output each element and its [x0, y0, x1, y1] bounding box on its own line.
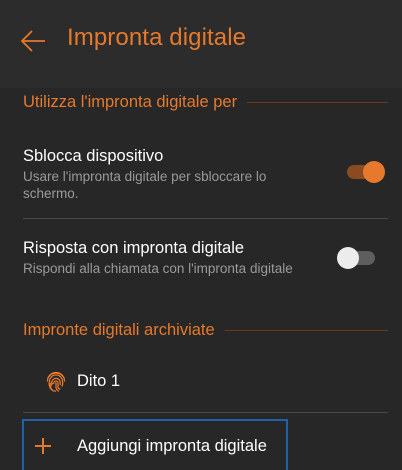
- setting-answer-call[interactable]: Risposta con impronta digitale Rispondi …: [23, 237, 313, 277]
- page-title: Impronta digitale: [67, 24, 247, 51]
- divider: [23, 412, 388, 413]
- section-divider: [224, 329, 388, 331]
- section-header-stored-fingerprints: Impronte digitali archiviate: [23, 318, 388, 342]
- section-divider: [247, 101, 388, 103]
- toggle-thumb: [337, 247, 359, 269]
- unlock-device-toggle[interactable]: [345, 160, 385, 184]
- divider: [23, 218, 388, 219]
- setting-summary: Usare l'impronta digitale per sbloccare …: [23, 169, 267, 201]
- add-fingerprint-label: Aggiungi impronta digitale: [77, 437, 267, 455]
- setting-summary: Rispondi alla chiamata con l'impronta di…: [23, 261, 293, 276]
- section-header-label: Impronte digitali archiviate: [23, 320, 215, 339]
- toggle-thumb: [363, 161, 385, 183]
- answer-call-toggle[interactable]: [337, 246, 377, 270]
- plus-icon: [35, 438, 51, 454]
- section-header-label: Utilizza l'impronta digitale per: [23, 92, 238, 111]
- setting-unlock-device[interactable]: Sblocca dispositivo Usare l'impronta dig…: [23, 145, 313, 202]
- fingerprint-item-label: Dito 1: [77, 372, 121, 390]
- arrow-left-icon[interactable]: [20, 29, 46, 53]
- section-header-use-fingerprint: Utilizza l'impronta digitale per: [23, 90, 388, 114]
- setting-title: Risposta con impronta digitale: [23, 239, 245, 257]
- setting-title: Sblocca dispositivo: [23, 147, 164, 165]
- app-bar: Impronta digitale: [0, 0, 402, 88]
- fingerprint-icon: [46, 371, 66, 392]
